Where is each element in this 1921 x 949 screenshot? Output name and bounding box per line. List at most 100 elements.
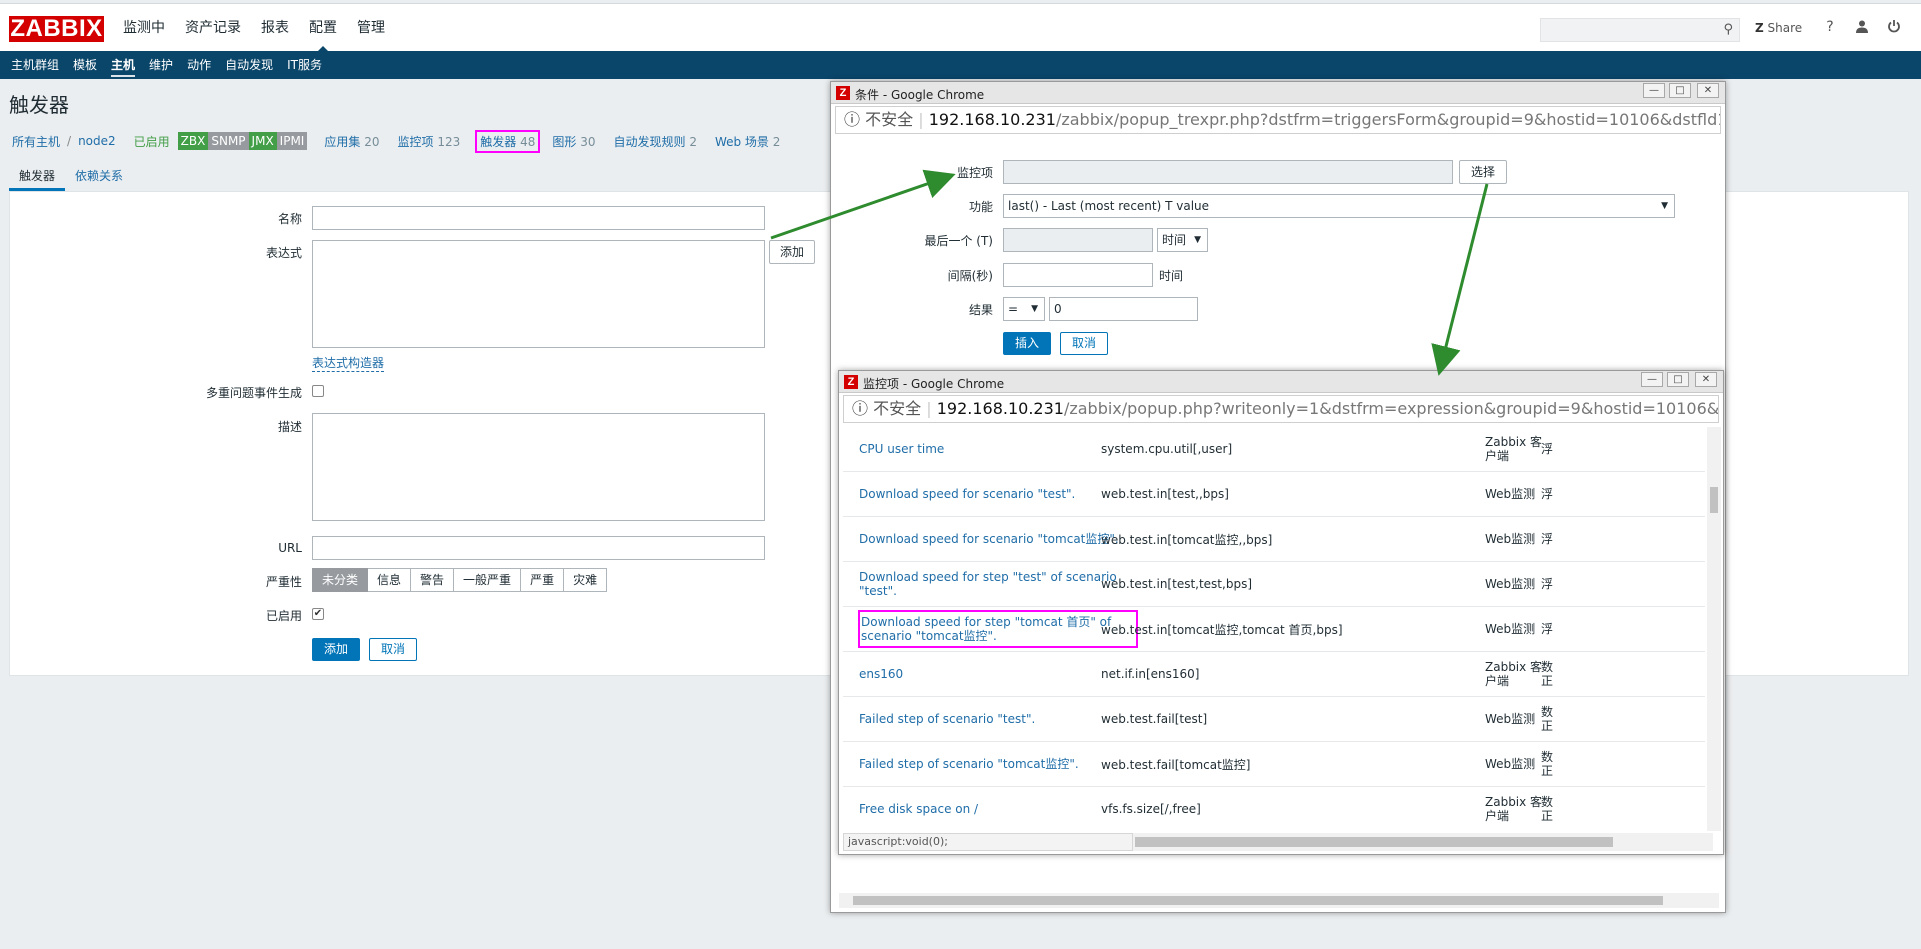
severity-disaster[interactable]: 灾难	[564, 568, 608, 592]
name-input[interactable]	[312, 206, 765, 230]
item-name-link[interactable]: Free disk space on /	[859, 787, 1139, 831]
address-host: 192.168.10.231	[936, 399, 1064, 418]
description-textarea[interactable]	[312, 413, 765, 521]
items-hscrollbar[interactable]	[1133, 833, 1713, 851]
severity-average[interactable]: 一般严重	[454, 568, 522, 592]
expression-builder-link[interactable]: 表达式构造器	[312, 354, 385, 372]
subnav-templates[interactable]: 模板	[66, 51, 104, 79]
search-icon[interactable]: ⚲	[1723, 22, 1733, 37]
user-icon[interactable]	[1854, 19, 1870, 37]
close-icon[interactable]: ✕	[1695, 372, 1717, 387]
tab-trigger[interactable]: 触发器	[9, 163, 66, 191]
subnav-maintenance[interactable]: 维护	[142, 51, 180, 79]
item-name-link[interactable]: Download speed for step "test" of scenar…	[859, 562, 1139, 606]
result-value-input[interactable]: 0	[1049, 297, 1198, 321]
subnav-it-services[interactable]: IT服务	[280, 51, 329, 79]
item-select-button[interactable]: 选择	[1459, 160, 1507, 184]
host-status-enabled[interactable]: 已启用	[134, 133, 170, 150]
interval-input[interactable]	[1003, 263, 1153, 287]
item-name-link[interactable]: Download speed for scenario "tomcat监控".	[859, 517, 1139, 561]
time-unit-select[interactable]: 时间 ▼	[1157, 228, 1208, 252]
help-icon[interactable]: ?	[1822, 19, 1838, 35]
table-row[interactable]: ens160 net.if.in[ens160] Zabbix 客户端 数正	[843, 652, 1705, 697]
tab-count: 30	[580, 134, 596, 149]
close-icon[interactable]: ✕	[1697, 83, 1719, 98]
url-input[interactable]	[312, 536, 765, 560]
table-row[interactable]: CPU user time system.cpu.util[,user] Zab…	[843, 427, 1705, 472]
item-name-link[interactable]: Download speed for scenario "test".	[859, 472, 1139, 516]
condition-hscrollbar[interactable]	[839, 893, 1719, 908]
item-label: 监控项	[956, 166, 993, 180]
insert-button[interactable]: 插入	[1003, 332, 1051, 355]
item-name-link[interactable]: CPU user time	[859, 427, 1139, 471]
condition-popup-address-bar[interactable]: ⓘ 不安全 | 192.168.10.231/zabbix/popup_trex…	[835, 106, 1721, 134]
host-tab-triggers[interactable]: 触发器 48	[475, 129, 541, 153]
table-row[interactable]: Download speed for scenario "test". web.…	[843, 472, 1705, 517]
result-operator-select[interactable]: = ▼	[1003, 297, 1045, 321]
last-t-input[interactable]	[1003, 228, 1153, 252]
condition-popup-title: 条件 - Google Chrome	[855, 88, 985, 102]
item-type: Web监测	[1485, 487, 1536, 501]
severity-warning[interactable]: 警告	[411, 568, 455, 592]
menu-inventory[interactable]: 资产记录	[175, 4, 251, 52]
menu-reports[interactable]: 报表	[251, 4, 299, 52]
item-name-link-highlighted[interactable]: Download speed for step "tomcat 首页" of s…	[858, 610, 1138, 648]
menu-configuration[interactable]: 配置	[299, 4, 347, 53]
severity-not-classified[interactable]: 未分类	[312, 568, 369, 592]
table-row[interactable]: Download speed for step "tomcat 首页" of s…	[843, 607, 1705, 652]
enabled-checkbox[interactable]: ✔	[312, 608, 324, 620]
items-vscrollbar[interactable]	[1707, 427, 1721, 831]
scrollbar-thumb[interactable]	[853, 896, 1663, 905]
tab-count: 2	[772, 134, 781, 149]
severity-high[interactable]: 严重	[521, 568, 565, 592]
subnav-host-groups[interactable]: 主机群组	[4, 51, 66, 79]
scrollbar-thumb[interactable]	[1710, 487, 1718, 513]
expression-textarea[interactable]	[312, 240, 765, 348]
maximize-icon[interactable]: □	[1669, 83, 1691, 98]
host-tab-discovery-rules[interactable]: 自动发现规则 2	[613, 133, 696, 150]
table-row[interactable]: Failed step of scenario "test". web.test…	[843, 697, 1705, 742]
subnav-discovery[interactable]: 自动发现	[218, 51, 280, 79]
form-cancel-button[interactable]: 取消	[369, 638, 417, 661]
menu-administration[interactable]: 管理	[347, 4, 395, 52]
tab-count: 20	[364, 134, 380, 149]
item-name-link[interactable]: Failed step of scenario "test".	[859, 697, 1139, 741]
item-name-link[interactable]: ens160	[859, 652, 1139, 696]
expression-add-button[interactable]: 添加	[769, 240, 815, 264]
item-info: 浮	[1541, 487, 1554, 501]
subnav-hosts[interactable]: 主机	[104, 51, 142, 79]
condition-cancel-button[interactable]: 取消	[1060, 332, 1108, 355]
table-row[interactable]: Download speed for scenario "tomcat监控". …	[843, 517, 1705, 562]
zabbix-logo[interactable]: ZABBIX	[9, 16, 104, 42]
tab-dependencies[interactable]: 依赖关系	[65, 163, 133, 191]
tab-count: 2	[689, 134, 697, 149]
minimize-icon[interactable]: —	[1641, 372, 1663, 387]
minimize-icon[interactable]: —	[1643, 83, 1665, 98]
tab-label: 应用集	[324, 134, 361, 149]
host-tab-items[interactable]: 监控项 123	[397, 133, 460, 150]
scrollbar-thumb[interactable]	[1135, 837, 1613, 847]
table-row[interactable]: Failed step of scenario "tomcat监控". web.…	[843, 742, 1705, 787]
share-link[interactable]: Z Share	[1755, 21, 1802, 35]
global-search-input[interactable]: ⚲	[1540, 18, 1740, 42]
menu-monitoring[interactable]: 监测中	[113, 4, 175, 52]
host-tab-web-scenarios[interactable]: Web 场景 2	[715, 133, 780, 150]
breadcrumb-host[interactable]: node2	[78, 134, 116, 148]
items-popup-address-bar[interactable]: ⓘ 不安全 | 192.168.10.231/zabbix/popup.php?…	[843, 395, 1719, 423]
multiple-events-checkbox[interactable]	[312, 385, 324, 397]
subnav-actions[interactable]: 动作	[180, 51, 218, 79]
function-select[interactable]: last() - Last (most recent) T value ▼	[1003, 194, 1675, 218]
item-input[interactable]	[1003, 160, 1453, 184]
item-info: 浮	[1541, 532, 1554, 546]
host-tab-applications[interactable]: 应用集 20	[324, 133, 379, 150]
submit-add-button[interactable]: 添加	[312, 638, 360, 661]
host-tab-graphs[interactable]: 图形 30	[552, 133, 595, 150]
severity-information[interactable]: 信息	[368, 568, 412, 592]
power-icon[interactable]	[1886, 19, 1902, 37]
dropdown-arrow-icon: ▼	[1194, 235, 1201, 245]
breadcrumb-all-hosts[interactable]: 所有主机	[12, 133, 60, 150]
maximize-icon[interactable]: □	[1667, 372, 1689, 387]
item-name-link[interactable]: Failed step of scenario "tomcat监控".	[859, 742, 1139, 786]
table-row[interactable]: Download speed for step "test" of scenar…	[843, 562, 1705, 607]
table-row[interactable]: Free disk space on / vfs.fs.size[/,free]…	[843, 787, 1705, 831]
